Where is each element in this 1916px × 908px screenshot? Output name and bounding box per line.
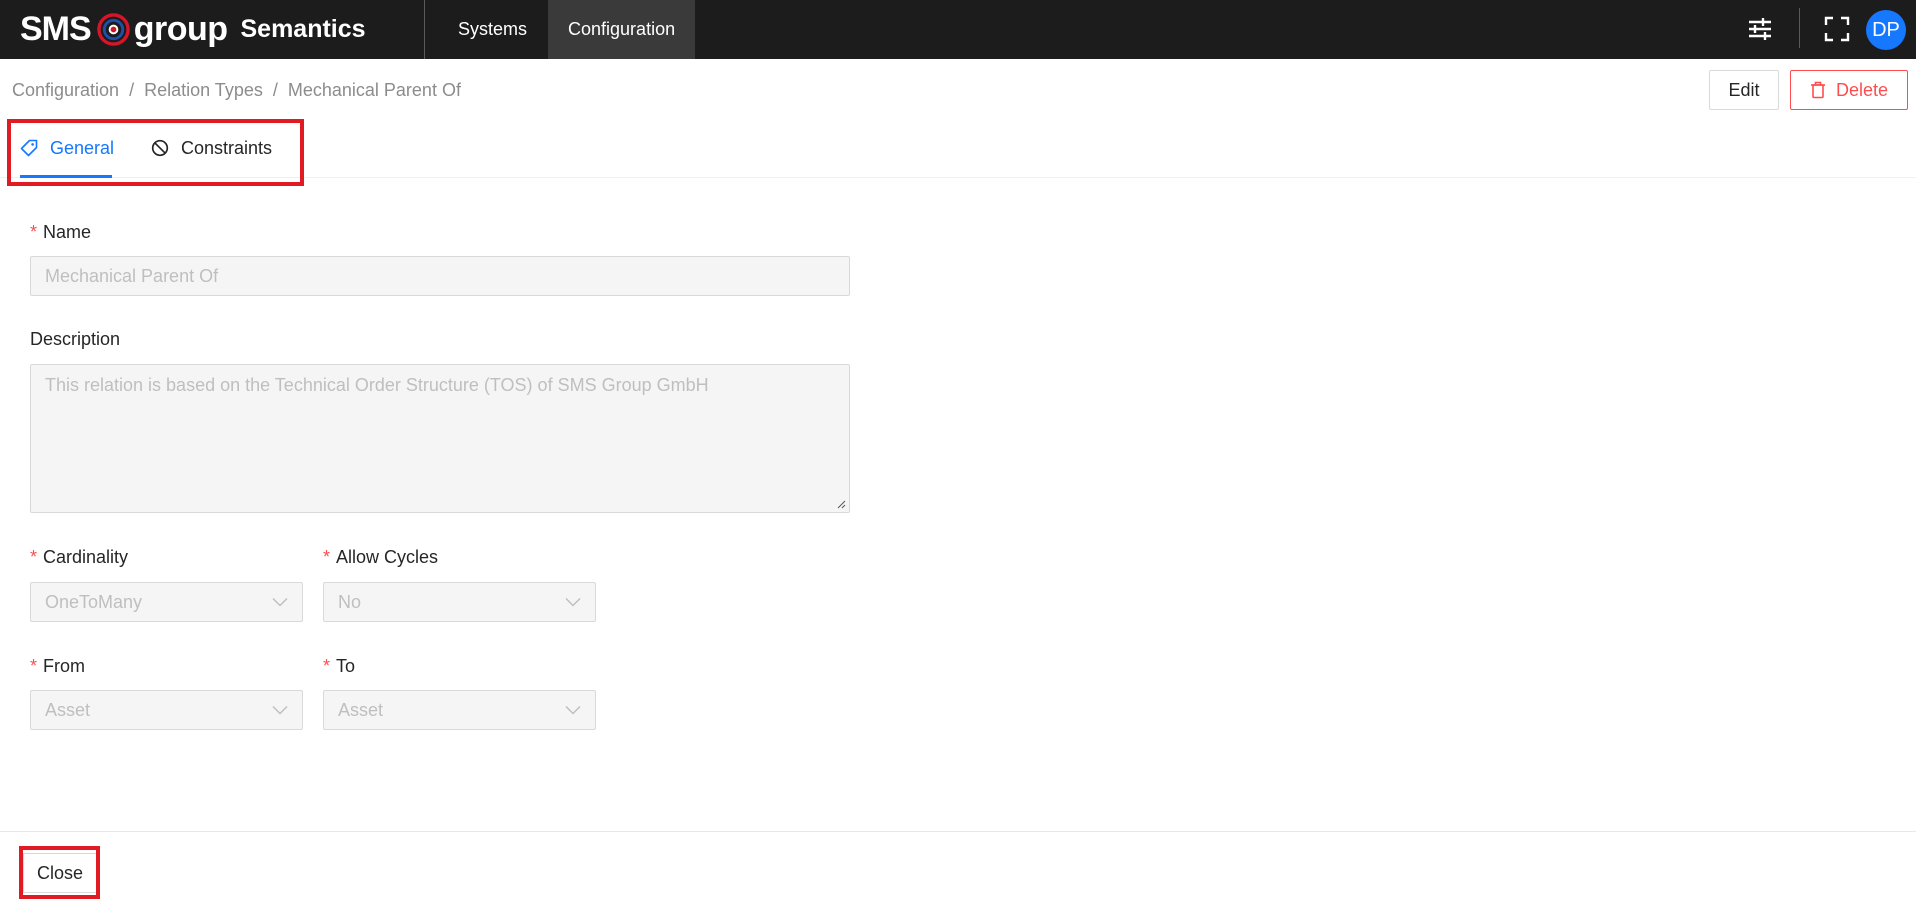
cardinality-select[interactable]: OneToMany — [30, 582, 303, 622]
description-field-value: This relation is based on the Technical … — [45, 375, 709, 395]
brand-group-text: group — [133, 10, 228, 48]
delete-button[interactable]: Delete — [1790, 70, 1908, 110]
allow-cycles-label: * Allow Cycles — [323, 547, 438, 568]
tab-constraints[interactable]: Constraints — [151, 118, 272, 178]
chevron-down-icon — [565, 705, 581, 715]
footer-divider — [0, 831, 1916, 832]
required-mark: * — [323, 656, 331, 676]
active-tab-indicator — [20, 175, 112, 178]
tab-general-label: General — [50, 137, 115, 158]
stop-icon — [151, 139, 169, 157]
edit-button-label: Edit — [1728, 79, 1760, 100]
breadcrumb-current: Mechanical Parent Of — [287, 80, 461, 100]
breadcrumb-separator: / — [129, 80, 135, 100]
name-field-value: Mechanical Parent Of — [45, 265, 219, 286]
brand-sms-text: SMS — [20, 10, 92, 48]
description-field[interactable]: This relation is based on the Technical … — [30, 364, 850, 513]
breadcrumb-separator: / — [272, 80, 278, 100]
name-field[interactable]: Mechanical Parent Of — [30, 256, 850, 296]
from-select[interactable]: Asset — [30, 690, 303, 730]
tag-icon — [20, 139, 38, 157]
nav-item-configuration[interactable]: Configuration — [548, 0, 696, 59]
breadcrumb: Configuration / Relation Types / Mechani… — [12, 80, 461, 101]
cardinality-value: OneToMany — [45, 591, 143, 612]
delete-button-label: Delete — [1835, 79, 1889, 100]
tab-constraints-label: Constraints — [181, 137, 273, 158]
chevron-down-icon — [272, 597, 288, 607]
trash-icon — [1810, 81, 1825, 99]
tab-bar: General Constraints — [0, 118, 1916, 178]
to-label-text: To — [336, 656, 356, 676]
brand-divider — [424, 0, 425, 59]
to-select[interactable]: Asset — [323, 690, 596, 730]
required-mark: * — [30, 547, 38, 567]
description-label: Description — [30, 329, 121, 349]
brand-logo[interactable]: SMS group Semantics — [20, 0, 366, 59]
product-name: Semantics — [240, 15, 366, 43]
breadcrumb-configuration[interactable]: Configuration — [12, 80, 119, 101]
avatar[interactable]: DP — [1866, 10, 1906, 50]
toolbar-divider — [1799, 8, 1800, 48]
chevron-down-icon — [272, 705, 288, 715]
breadcrumb-relation-types[interactable]: Relation Types — [144, 80, 263, 101]
allow-cycles-value: No — [338, 591, 362, 612]
nav-item-systems[interactable]: Systems — [436, 0, 548, 59]
cardinality-label: * Cardinality — [30, 547, 128, 568]
from-label: * From — [30, 656, 85, 677]
allow-cycles-label-text: Allow Cycles — [336, 547, 439, 567]
cardinality-label-text: Cardinality — [43, 547, 129, 567]
required-mark: * — [30, 222, 38, 242]
from-value: Asset — [45, 699, 91, 720]
name-label-text: Name — [43, 222, 92, 242]
main-nav: Systems Configuration — [436, 0, 696, 59]
close-button[interactable]: Close — [23, 853, 97, 893]
to-value: Asset — [338, 699, 384, 720]
tab-general[interactable]: General — [20, 118, 114, 178]
from-label-text: From — [43, 656, 86, 676]
allow-cycles-select[interactable]: No — [323, 582, 596, 622]
fullscreen-icon[interactable] — [1822, 14, 1852, 44]
sliders-icon[interactable] — [1745, 14, 1775, 44]
resize-grip-icon[interactable] — [836, 499, 846, 509]
to-label: * To — [323, 656, 355, 677]
chevron-down-icon — [565, 597, 581, 607]
top-bar: SMS group Semantics Systems Configuratio… — [0, 0, 1916, 59]
close-button-label: Close — [36, 862, 84, 883]
name-label: * Name — [30, 222, 91, 243]
required-mark: * — [323, 547, 331, 567]
required-mark: * — [30, 656, 38, 676]
target-logo-icon — [96, 13, 130, 46]
edit-button[interactable]: Edit — [1709, 70, 1779, 110]
